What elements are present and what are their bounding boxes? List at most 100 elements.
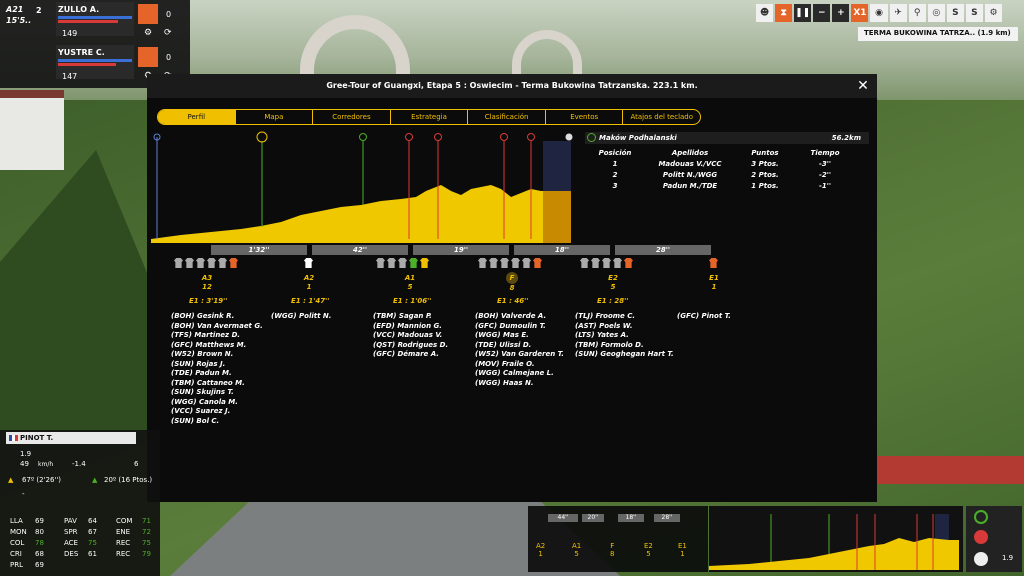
attack-icon[interactable] (138, 4, 158, 24)
list-item[interactable]: (GFC) Dumoulin T. (475, 322, 564, 332)
plus-icon[interactable]: + (832, 4, 850, 22)
list-item[interactable]: (WGG) Haas N. (475, 379, 564, 389)
speed-button[interactable]: X1 (851, 4, 869, 22)
list-item[interactable]: (WGG) Politt N. (271, 312, 331, 322)
tab-eventos[interactable]: Eventos (546, 110, 624, 124)
tab-mapa[interactable]: Mapa (236, 110, 314, 124)
list-item[interactable]: (SUN) Skujins T. (171, 388, 263, 398)
list-item[interactable]: (WGG) Calmejane L. (475, 369, 564, 379)
s-alt-button[interactable]: S (965, 4, 983, 22)
gap-bar: 18'' (618, 514, 644, 522)
table-cell: -3'' (818, 160, 832, 168)
list-item[interactable]: (GFC) Pinot T. (677, 312, 731, 322)
list-item[interactable]: (TFS) Martinez D. (171, 331, 263, 341)
group-shirts[interactable] (709, 258, 718, 268)
distance-value: 1.9 (20, 450, 32, 458)
finish-marker[interactable] (565, 133, 573, 141)
rider-card-1[interactable]: ZULLO A. 149 (56, 2, 134, 38)
tab-perfil[interactable]: Perfil (158, 110, 236, 124)
list-item[interactable]: (EFD) Mannion G. (373, 322, 448, 332)
list-item[interactable]: (AST) Poels W. (575, 322, 674, 332)
list-item[interactable]: (VCC) Suarez J. (171, 407, 263, 417)
race-time: 15'5.. (6, 16, 32, 25)
energy-bar (58, 59, 132, 62)
group-label: A3 12 (201, 274, 213, 291)
col-header: Posición (598, 149, 632, 157)
pause-icon[interactable]: ❚❚ (794, 4, 812, 22)
list-item[interactable]: (LTS) Yates A. (575, 331, 674, 341)
list-item[interactable]: (GFC) Démare A. (373, 350, 448, 360)
finish-view-icon[interactable] (974, 552, 988, 566)
list-item[interactable]: (SUN) Bol C. (171, 417, 263, 427)
gear-icon[interactable]: ⚙ (144, 28, 152, 38)
gap-bar: 28'' (654, 514, 680, 522)
close-icon[interactable]: ✕ (855, 78, 871, 94)
attack-icon[interactable] (138, 47, 158, 67)
climb-marker[interactable] (500, 133, 508, 141)
climb-marker[interactable] (434, 133, 442, 141)
sprint-icon (587, 133, 596, 142)
list-item[interactable]: (TLJ) Froome C. (575, 312, 674, 322)
sprint-marker-active[interactable] (256, 131, 268, 143)
climb-view-icon[interactable] (974, 530, 988, 544)
table-cell: 2 Ptos. (751, 171, 779, 179)
gap-bar: 18'' (514, 245, 610, 255)
bike-icon[interactable]: ⚲ (908, 4, 926, 22)
points-position: 20º (16 Ptos.) (104, 476, 153, 484)
list-item[interactable]: (W52) Brown N. (171, 350, 263, 360)
stage-profile[interactable] (151, 131, 575, 243)
sprint-marker[interactable] (359, 133, 367, 141)
group-shirts[interactable] (580, 258, 633, 268)
tab-corredores[interactable]: Corredores (313, 110, 391, 124)
list-item[interactable]: (W52) Van Garderen T. (475, 350, 564, 360)
list-item[interactable]: (QST) Rodrigues D. (373, 341, 448, 351)
list-item[interactable]: (TBM) Sagan P. (373, 312, 448, 322)
settings-icon[interactable]: ⚙ (984, 4, 1003, 22)
list-item[interactable]: (TDE) Ulissi D. (475, 341, 564, 351)
list-item[interactable]: (WGG) Mas E. (475, 331, 564, 341)
eye-icon[interactable]: ◉ (870, 4, 888, 22)
s-button[interactable]: S (946, 4, 964, 22)
list-item[interactable]: (SUN) Geoghegan Hart T. (575, 350, 674, 360)
list-item[interactable]: (BOH) Valverde A. (475, 312, 564, 322)
list-item[interactable]: (TBM) Cattaneo M. (171, 379, 263, 389)
list-item[interactable]: (GFC) Matthews M. (171, 341, 263, 351)
target-icon[interactable]: ◎ (927, 4, 945, 22)
tab-estrategia[interactable]: Estrategia (391, 110, 469, 124)
minus-icon[interactable]: − (813, 4, 831, 22)
list-item[interactable]: (WGG) Canola M. (171, 398, 263, 408)
list-item[interactable]: (MOV) Fraile O. (475, 360, 564, 370)
plane-icon[interactable]: ✈ (889, 4, 907, 22)
list-item[interactable]: (SUN) Rojas J. (171, 360, 263, 370)
list-item[interactable]: (VCC) Madouas V. (373, 331, 448, 341)
climb-marker[interactable] (527, 133, 535, 141)
background-building (0, 90, 64, 170)
rider-card-2[interactable]: YUSTRE C. 147 (56, 45, 134, 81)
sprint-view-icon[interactable] (974, 510, 988, 524)
group-shirts[interactable] (478, 258, 542, 268)
mini-group-label: A2 1 (536, 542, 546, 558)
hourglass-icon[interactable]: ⧗ (775, 4, 793, 22)
list-item[interactable]: (BOH) Gesink R. (171, 312, 263, 322)
arrow-icon[interactable]: ⟳ (164, 28, 172, 38)
group-shirts[interactable] (376, 258, 429, 268)
mini-groups-panel[interactable]: 44'' 20'' 18'' 28'' A2 1 A1 5 F8 E2 5 E1 1 (528, 506, 708, 572)
climb-marker[interactable] (405, 133, 413, 141)
table-cell: -1'' (818, 182, 832, 190)
tab-atajos[interactable]: Atajos del teclado (623, 110, 700, 124)
group-time: E1 : 1'47'' (291, 297, 330, 305)
col-header: Puntos (751, 149, 779, 157)
effort-bar (58, 63, 116, 66)
list-item[interactable]: (BOH) Van Avermaet G. (171, 322, 263, 332)
group-shirts[interactable] (174, 258, 238, 268)
group-shirts[interactable] (304, 258, 313, 268)
profile-icon[interactable]: ☻ (756, 4, 774, 22)
table-cell: 3 (612, 182, 618, 190)
rider-name-badge[interactable]: PINOT T. (6, 432, 136, 444)
list-item[interactable]: (TBM) Formolo D. (575, 341, 674, 351)
tab-clasificacion[interactable]: Clasificación (468, 110, 546, 124)
list-item[interactable]: (TDE) Padun M. (171, 369, 263, 379)
mini-profile[interactable] (709, 506, 963, 572)
gc-position: 67º (2'26'') (22, 476, 62, 484)
stage-modal: Gree-Tour of Guangxi, Etapa 5 : Oswiecim… (147, 74, 877, 502)
